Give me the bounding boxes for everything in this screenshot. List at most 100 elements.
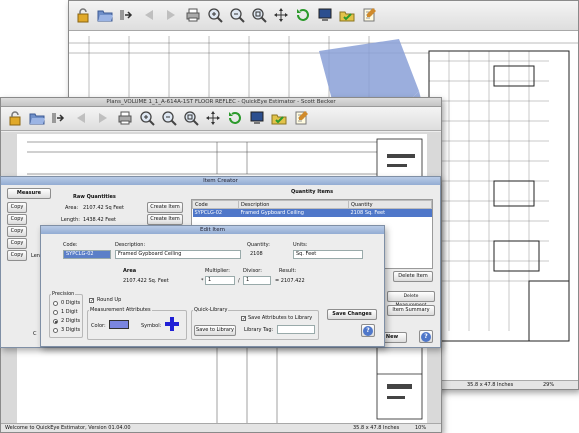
zoom-in-button[interactable] [137, 110, 157, 128]
save-attributes-label: Save Attributes to Library [248, 315, 313, 321]
import-button[interactable] [49, 110, 69, 128]
lock-button[interactable] [5, 110, 25, 128]
quantity-items-title: Quantity Items [291, 189, 334, 195]
copy-button-1[interactable]: Copy [7, 202, 27, 213]
computer-icon [249, 110, 265, 128]
color-swatch[interactable] [109, 320, 129, 329]
print-button[interactable] [183, 7, 203, 25]
refresh-button[interactable] [293, 7, 313, 25]
zoom-out-button[interactable] [227, 7, 247, 25]
copy-button-4[interactable]: Copy [7, 238, 27, 249]
forward-arrow-button[interactable] [93, 110, 113, 128]
main-status-bar: Welcome to QuickEye Estimator, Version 0… [1, 423, 441, 432]
precision-option-2: 2 Digits [61, 318, 81, 324]
lock-icon [7, 110, 23, 128]
refresh-icon [295, 7, 311, 25]
folder-open-button[interactable] [27, 110, 47, 128]
col-description-header[interactable]: Description [238, 200, 349, 209]
result-value: = 2107.422 [275, 278, 305, 284]
create-item-button-1[interactable]: Create Item [147, 202, 183, 213]
precision-radio-3[interactable] [53, 328, 58, 333]
round-up-checkbox[interactable]: ✓ [89, 298, 94, 304]
area-label: Area: [65, 205, 79, 211]
precision-radio-2[interactable] [53, 319, 58, 324]
copy-button-2[interactable]: Copy [7, 214, 27, 225]
pan-icon [273, 7, 289, 25]
zoom-fit-icon [251, 7, 267, 25]
save-changes-button[interactable]: Save Changes [327, 309, 377, 320]
description-input[interactable]: Framed Gypboard Ceiling [115, 250, 241, 259]
measurement-attributes-title: Measurement Attributes [89, 307, 152, 313]
zoom-in-icon [207, 7, 223, 25]
code-label: Code: [63, 242, 78, 248]
zoom-out-button[interactable] [159, 110, 179, 128]
pan-button[interactable] [271, 7, 291, 25]
quantity-items-table: Code Description Quantity SYPCLG-02 Fram… [192, 200, 432, 217]
raw-quantities-title: Raw Quantities [73, 194, 116, 200]
precision-radio-0[interactable] [53, 301, 58, 306]
forward-arrow-icon [163, 7, 179, 25]
row-code: SYPCLG-02 [192, 208, 239, 217]
library-tag-label: Library Tag: [244, 327, 274, 333]
quantity-input[interactable]: 2108 [247, 250, 289, 259]
notes-icon [293, 110, 309, 128]
lock-button[interactable] [73, 7, 93, 25]
code-input[interactable]: SYPCLG-02 [63, 250, 111, 259]
col-quantity-header[interactable]: Quantity [348, 200, 432, 209]
col-code-header[interactable]: Code [192, 200, 239, 209]
pan-icon [205, 110, 221, 128]
create-item-button-2[interactable]: Create Item [147, 214, 183, 225]
multiplier-label: Multiplier: [205, 268, 230, 274]
back-arrow-button[interactable] [139, 7, 159, 25]
print-icon [185, 7, 201, 25]
area-section-value: 2107.422 Sq. Feet [123, 278, 169, 284]
precision-radio-1[interactable] [53, 310, 58, 315]
copy-button-5[interactable]: Copy [7, 250, 27, 261]
save-to-library-button[interactable]: Save to Library [194, 325, 236, 336]
folder-open-button[interactable] [95, 7, 115, 25]
symbol-plus-icon[interactable] [165, 317, 179, 331]
back-arrow-button[interactable] [71, 110, 91, 128]
result-label: Result: [279, 268, 297, 274]
zoom-fit-button[interactable] [181, 110, 201, 128]
forward-arrow-icon [95, 110, 111, 128]
divisor-input[interactable]: 1 [243, 276, 271, 285]
quantity-label: Quantity: [247, 242, 270, 248]
import-button[interactable] [117, 7, 137, 25]
symbol-label: Symbol: [141, 323, 162, 329]
refresh-button[interactable] [225, 110, 245, 128]
library-tag-input[interactable] [277, 325, 315, 334]
copy-button-3[interactable]: Copy [7, 226, 27, 237]
print-button[interactable] [115, 110, 135, 128]
zoom-in-button[interactable] [205, 7, 225, 25]
item-summary-button[interactable]: Item Summary [387, 305, 435, 316]
color-label: Color: [91, 323, 106, 329]
measure-button[interactable]: Measure [7, 188, 51, 199]
computer-button[interactable] [247, 110, 267, 128]
notes-button[interactable] [291, 110, 311, 128]
folder-check-icon [271, 110, 287, 128]
folder-open-icon [29, 110, 45, 128]
folder-check-button[interactable] [269, 110, 289, 128]
forward-arrow-button[interactable] [161, 7, 181, 25]
delete-measurement-button[interactable]: Delete Measurement [387, 291, 435, 308]
pan-button[interactable] [203, 110, 223, 128]
precision-option-3: 3 Digits [61, 327, 81, 333]
precision-option-1: 1 Digit [61, 309, 78, 315]
round-up-label: Round Up [97, 297, 122, 303]
computer-button[interactable] [315, 7, 335, 25]
import-icon [119, 7, 135, 25]
multiplier-input[interactable]: 1 [205, 276, 235, 285]
notes-button[interactable] [359, 7, 379, 25]
folder-check-button[interactable] [337, 7, 357, 25]
units-input[interactable]: Sq. Feet [293, 250, 363, 259]
times-sign: * [201, 278, 204, 284]
creator-help-button[interactable]: ? [419, 330, 433, 343]
zoom-fit-button[interactable] [249, 7, 269, 25]
save-attributes-checkbox[interactable]: ✓ [241, 316, 246, 322]
divisor-label: Divisor: [243, 268, 262, 274]
table-row[interactable]: SYPCLG-02 Framed Gypboard Ceiling 2108 S… [192, 208, 432, 217]
edit-help-button[interactable]: ? [361, 324, 375, 337]
precision-title: Precision [51, 291, 76, 297]
delete-item-button[interactable]: Delete Item [393, 271, 433, 282]
